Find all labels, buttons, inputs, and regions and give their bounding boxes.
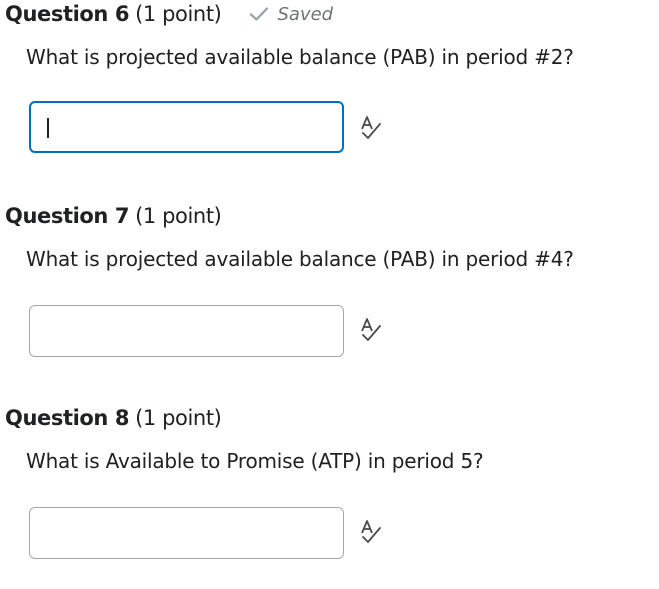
checkmark-icon [250,7,269,21]
question-points: (1 point) [135,204,222,228]
spell-check-icon[interactable] [359,317,383,343]
answer-input[interactable] [29,507,344,559]
question-points: (1 point) [135,406,222,430]
question-prompt: What is projected available balance (PAB… [26,247,574,271]
question-title: Question 6 [5,2,130,26]
saved-label: Saved [277,3,334,25]
question-title: Question 7 [5,204,130,228]
question-title: Question 8 [5,406,130,430]
question-prompt: What is Available to Promise (ATP) in pe… [26,449,484,473]
question-header: Question 6 (1 point) Saved [5,0,333,28]
spell-check-icon[interactable] [359,519,383,545]
question-prompt: What is projected available balance (PAB… [26,45,574,69]
text-cursor [47,118,49,138]
answer-input[interactable] [29,101,344,153]
question-points: (1 point) [135,2,222,26]
question-header: Question 7 (1 point) [5,202,222,230]
spell-check-icon[interactable] [359,115,383,141]
answer-input[interactable] [29,305,344,357]
saved-status: Saved [249,4,333,25]
question-header: Question 8 (1 point) [5,404,222,432]
